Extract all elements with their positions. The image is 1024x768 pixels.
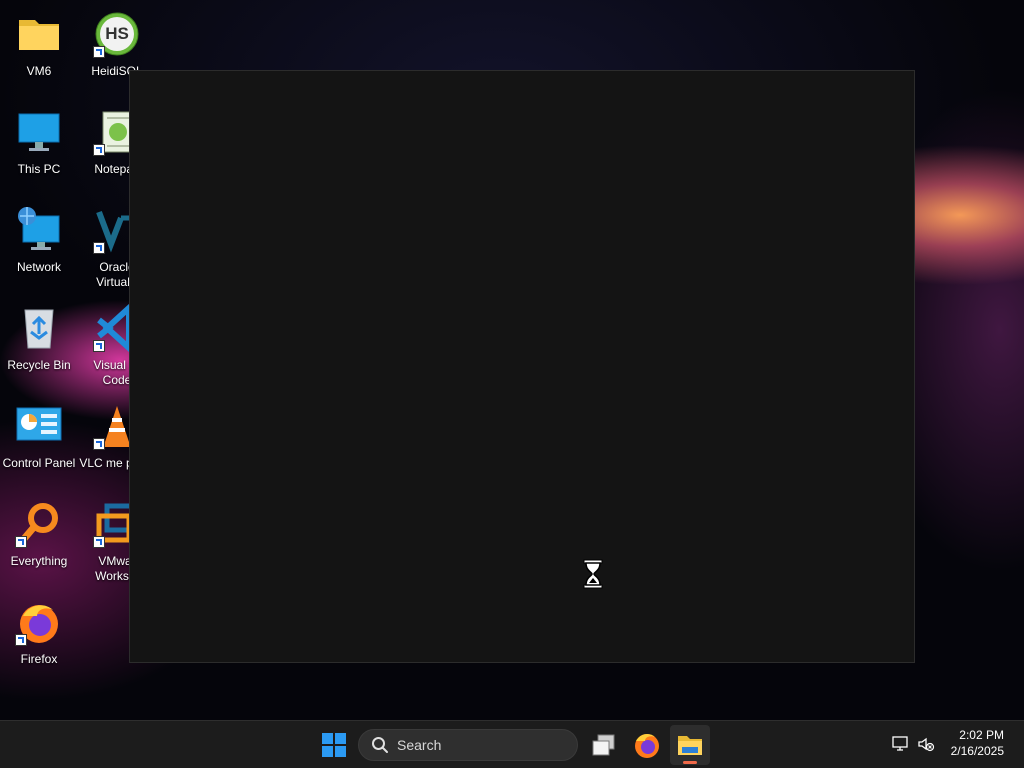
taskbar-firefox-button[interactable]	[627, 725, 667, 765]
monitor-icon	[15, 108, 63, 156]
folder-icon	[15, 10, 63, 58]
shortcut-arrow-icon	[93, 144, 105, 156]
task-view-button[interactable]	[584, 725, 624, 765]
shortcut-arrow-icon	[15, 536, 27, 548]
active-app-indicator	[683, 761, 697, 764]
task-view-icon	[592, 734, 615, 756]
clock-time: 2:02 PM	[959, 728, 1004, 742]
shortcut-arrow-icon	[93, 438, 105, 450]
desktop-icon-label: Control Panel	[2, 456, 76, 470]
desktop-icon-recycle-bin[interactable]: Recycle Bin	[0, 298, 78, 388]
shortcut-arrow-icon	[93, 536, 105, 548]
network-status-icon[interactable]	[892, 735, 910, 753]
desktop-icon-network[interactable]: Network	[0, 200, 78, 290]
heidisql-icon: HS	[93, 10, 141, 58]
search-icon	[372, 737, 388, 753]
desktop-icon-everything[interactable]: Everything	[0, 494, 78, 584]
desktop-icon-label: This PC	[17, 162, 61, 176]
hourglass-icon	[583, 559, 603, 589]
desktop-icon-label: Everything	[10, 554, 68, 568]
start-icon	[322, 733, 346, 757]
desktop-icon-vm6[interactable]: VM6	[0, 4, 78, 94]
desktop-icon-label: Firefox	[20, 652, 58, 666]
shortcut-arrow-icon	[93, 46, 105, 58]
recycle-bin-icon	[15, 304, 63, 352]
taskbar-search[interactable]: Search	[358, 729, 578, 761]
start-button[interactable]	[314, 725, 354, 765]
loading-window[interactable]	[129, 70, 915, 663]
desktop-icon-control-panel[interactable]: Control Panel	[0, 396, 78, 486]
search-placeholder: Search	[397, 737, 442, 753]
desktop-icon-label: Recycle Bin	[7, 358, 71, 372]
everything-search-icon	[15, 500, 63, 548]
desktop-icon-label: Network	[16, 260, 61, 274]
shortcut-arrow-icon	[15, 634, 27, 646]
desktop-icon-firefox[interactable]: Firefox	[0, 592, 78, 682]
network-icon	[15, 206, 63, 254]
heidisql-badge: HS	[105, 24, 129, 43]
firefox-icon	[635, 733, 659, 758]
clock-date: 2/16/2025	[950, 744, 1004, 758]
desktop-icon-this-pc[interactable]: This PC	[0, 102, 78, 192]
taskbar: Search 2:02 PM 2/16/2025	[0, 720, 1024, 768]
file-explorer-icon	[678, 736, 702, 755]
control-panel-icon	[15, 402, 63, 450]
firefox-icon	[15, 598, 63, 646]
volume-muted-icon[interactable]	[917, 735, 935, 753]
taskbar-clock[interactable]: 2:02 PM 2/16/2025	[934, 727, 1004, 759]
shortcut-arrow-icon	[93, 242, 105, 254]
desktop-icon-label: VM6	[26, 64, 52, 78]
taskbar-file-explorer-button[interactable]	[670, 725, 710, 765]
shortcut-arrow-icon	[93, 340, 105, 352]
